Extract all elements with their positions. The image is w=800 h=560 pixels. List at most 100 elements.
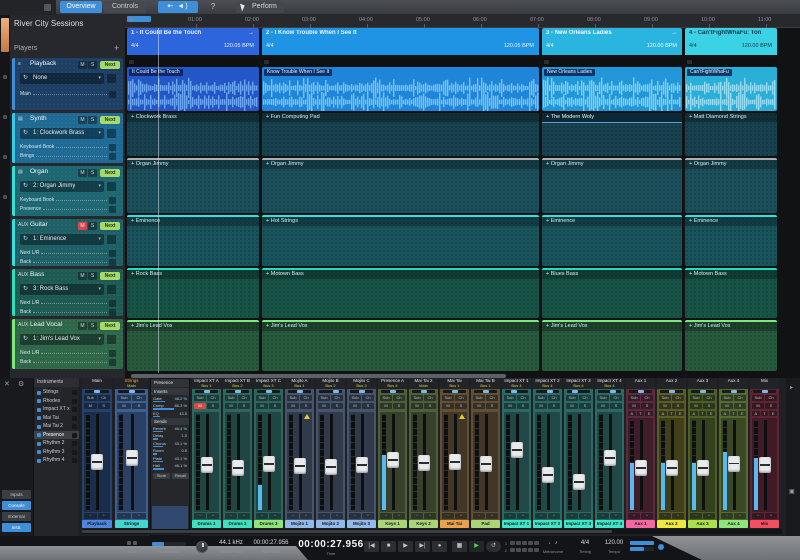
macro-row[interactable]: Hall 46.1 % (151, 463, 189, 471)
pan-handle[interactable] (420, 390, 427, 393)
automation-icon[interactable]: ~ (349, 513, 361, 519)
player-field-nextlr[interactable]: Next L/R (20, 249, 116, 257)
player-next-button[interactable]: Next (100, 272, 120, 280)
timing-value[interactable]: 4/4 (576, 540, 594, 546)
aux-mode-button-a[interactable]: A (628, 411, 636, 416)
pan-curve-icon[interactable]: ^ (207, 513, 219, 519)
macro-row[interactable]: Gate 48.2 % (151, 396, 189, 404)
scene-pad[interactable] (522, 541, 527, 545)
channel-button[interactable]: Ch (517, 395, 529, 401)
channel-button[interactable]: Ch (238, 395, 250, 401)
playback-audio-clip[interactable]: New Orleans Ladies (542, 67, 682, 111)
player-next-button[interactable]: Next (100, 116, 120, 124)
automation-icon[interactable]: ~ (442, 513, 454, 519)
pan-slider[interactable] (598, 390, 621, 393)
player-next-button[interactable]: Next (100, 61, 120, 69)
store-button[interactable]: Store (153, 472, 170, 479)
pan-slider[interactable] (319, 390, 342, 393)
cell-guitar[interactable]: + Eminence (542, 215, 682, 266)
channel-name-tag[interactable]: Mojito 2 (316, 520, 345, 528)
playback-audio-clip[interactable]: Can'tFightWhaFu (685, 67, 777, 111)
mute-button[interactable]: M (256, 403, 268, 409)
cell-guitar[interactable]: + Hot Strings (262, 215, 539, 266)
pan-slider[interactable] (412, 390, 435, 393)
sub-button[interactable]: Sub (721, 395, 733, 401)
automation-icon[interactable]: ~ (194, 513, 206, 519)
cell-bass[interactable]: + Blues Bass (542, 268, 682, 318)
gear-icon[interactable]: ⚙ (18, 380, 24, 388)
sub-button[interactable]: Sub (566, 395, 578, 401)
player-solo-button[interactable]: S (88, 222, 97, 230)
cell-vocal[interactable]: + Jim's Lead Vox (262, 320, 539, 371)
scene-pad[interactable] (528, 541, 533, 545)
automation-icon[interactable]: ~ (256, 513, 268, 519)
fader-track[interactable] (577, 414, 581, 510)
pan-curve-icon[interactable]: ^ (362, 513, 374, 519)
pan-slider[interactable] (691, 390, 714, 393)
automation-icon[interactable]: ~ (690, 513, 702, 519)
solo-button[interactable]: S (393, 403, 405, 409)
instrument-remove-box[interactable] (72, 407, 77, 412)
fader-handle[interactable] (324, 459, 337, 475)
cell-synth[interactable]: + Clockwork Brass (127, 113, 259, 156)
macro-panel-header[interactable]: Presence (151, 379, 189, 387)
cell-organ[interactable]: + Organ Jimmy (542, 158, 682, 213)
pan-handle[interactable] (94, 390, 100, 393)
channel-button[interactable]: Ch (455, 395, 467, 401)
pan-handle[interactable] (333, 390, 340, 393)
solo-button[interactable]: S (207, 403, 219, 409)
monitor-knob[interactable] (196, 541, 208, 553)
sub-button[interactable]: Sub (287, 395, 299, 401)
sub-button[interactable]: Sub (473, 395, 485, 401)
fader-handle[interactable] (386, 452, 399, 468)
field-value-box[interactable] (109, 152, 116, 160)
stop-button[interactable]: ■ (381, 541, 396, 552)
mute-button[interactable]: M (287, 403, 299, 409)
channel-button[interactable]: Ch (486, 395, 498, 401)
pan-curve-icon[interactable]: ^ (486, 513, 498, 519)
pan-handle[interactable] (451, 390, 458, 393)
solo-button[interactable]: S (132, 403, 146, 409)
instrument-remove-box[interactable] (72, 415, 77, 421)
cell-organ[interactable]: + Organ Jimmy (262, 158, 539, 213)
channel-name-tag[interactable]: Drums 1 (192, 520, 221, 528)
mute-button[interactable]: M (566, 403, 578, 409)
aux-mode-button-a[interactable]: A (659, 411, 667, 416)
pan-handle[interactable] (296, 390, 303, 393)
channel-strip-keys-1[interactable]: Presence A Bus 4 Sub Ch M S ~ ^ Keys 1 (378, 378, 407, 528)
patch-options-button[interactable] (107, 182, 116, 191)
instrument-remove-box[interactable] (72, 458, 77, 463)
pan-handle[interactable] (572, 390, 579, 393)
automation-icon[interactable]: ~ (597, 513, 609, 519)
pan-curve-icon[interactable]: ^ (424, 513, 436, 519)
playback-audio-clip[interactable]: It Could Be the Touch (127, 67, 259, 111)
solo-button[interactable]: S (641, 403, 653, 409)
pan-slider[interactable] (443, 390, 466, 393)
channel-name-tag[interactable]: Aux 2 (657, 520, 686, 528)
fader-handle[interactable] (293, 458, 306, 474)
channel-strip-mix[interactable]: Mix Sub Ch M S A T E ~ ^ Mix (750, 378, 779, 528)
mute-button[interactable]: M (194, 403, 206, 409)
patch-options-button[interactable] (107, 285, 116, 294)
tab-overview[interactable]: Overview (60, 1, 102, 13)
pan-curve-icon[interactable]: ^ (300, 513, 312, 519)
mute-button[interactable]: M (442, 403, 454, 409)
channel-button[interactable]: Ch (734, 395, 746, 401)
field-value-box[interactable] (109, 90, 116, 98)
aux-mode-button-t[interactable]: T (760, 411, 769, 416)
pan-handle[interactable] (699, 390, 706, 393)
solo-button[interactable]: S (455, 403, 467, 409)
automation-icon[interactable]: ~ (225, 513, 237, 519)
player-card-guitar[interactable]: AUX Guitar M S Next ↻ 1: Eminence ▾ Next L/R Back (12, 219, 123, 266)
mixer-rail-tab-external[interactable]: External (2, 512, 31, 521)
playhead[interactable] (158, 28, 159, 373)
solo-button[interactable]: S (424, 403, 436, 409)
field-value-box[interactable] (109, 349, 116, 357)
automation-icon[interactable]: ~ (84, 513, 97, 519)
player-next-button[interactable]: Next (100, 322, 120, 330)
cell-bass[interactable]: + Motown Bass (262, 268, 539, 318)
player-mute-button[interactable]: M (78, 61, 87, 69)
player-solo-button[interactable]: S (88, 272, 97, 280)
instrument-remove-box[interactable] (72, 432, 77, 438)
sub-button[interactable]: Sub (504, 395, 516, 401)
